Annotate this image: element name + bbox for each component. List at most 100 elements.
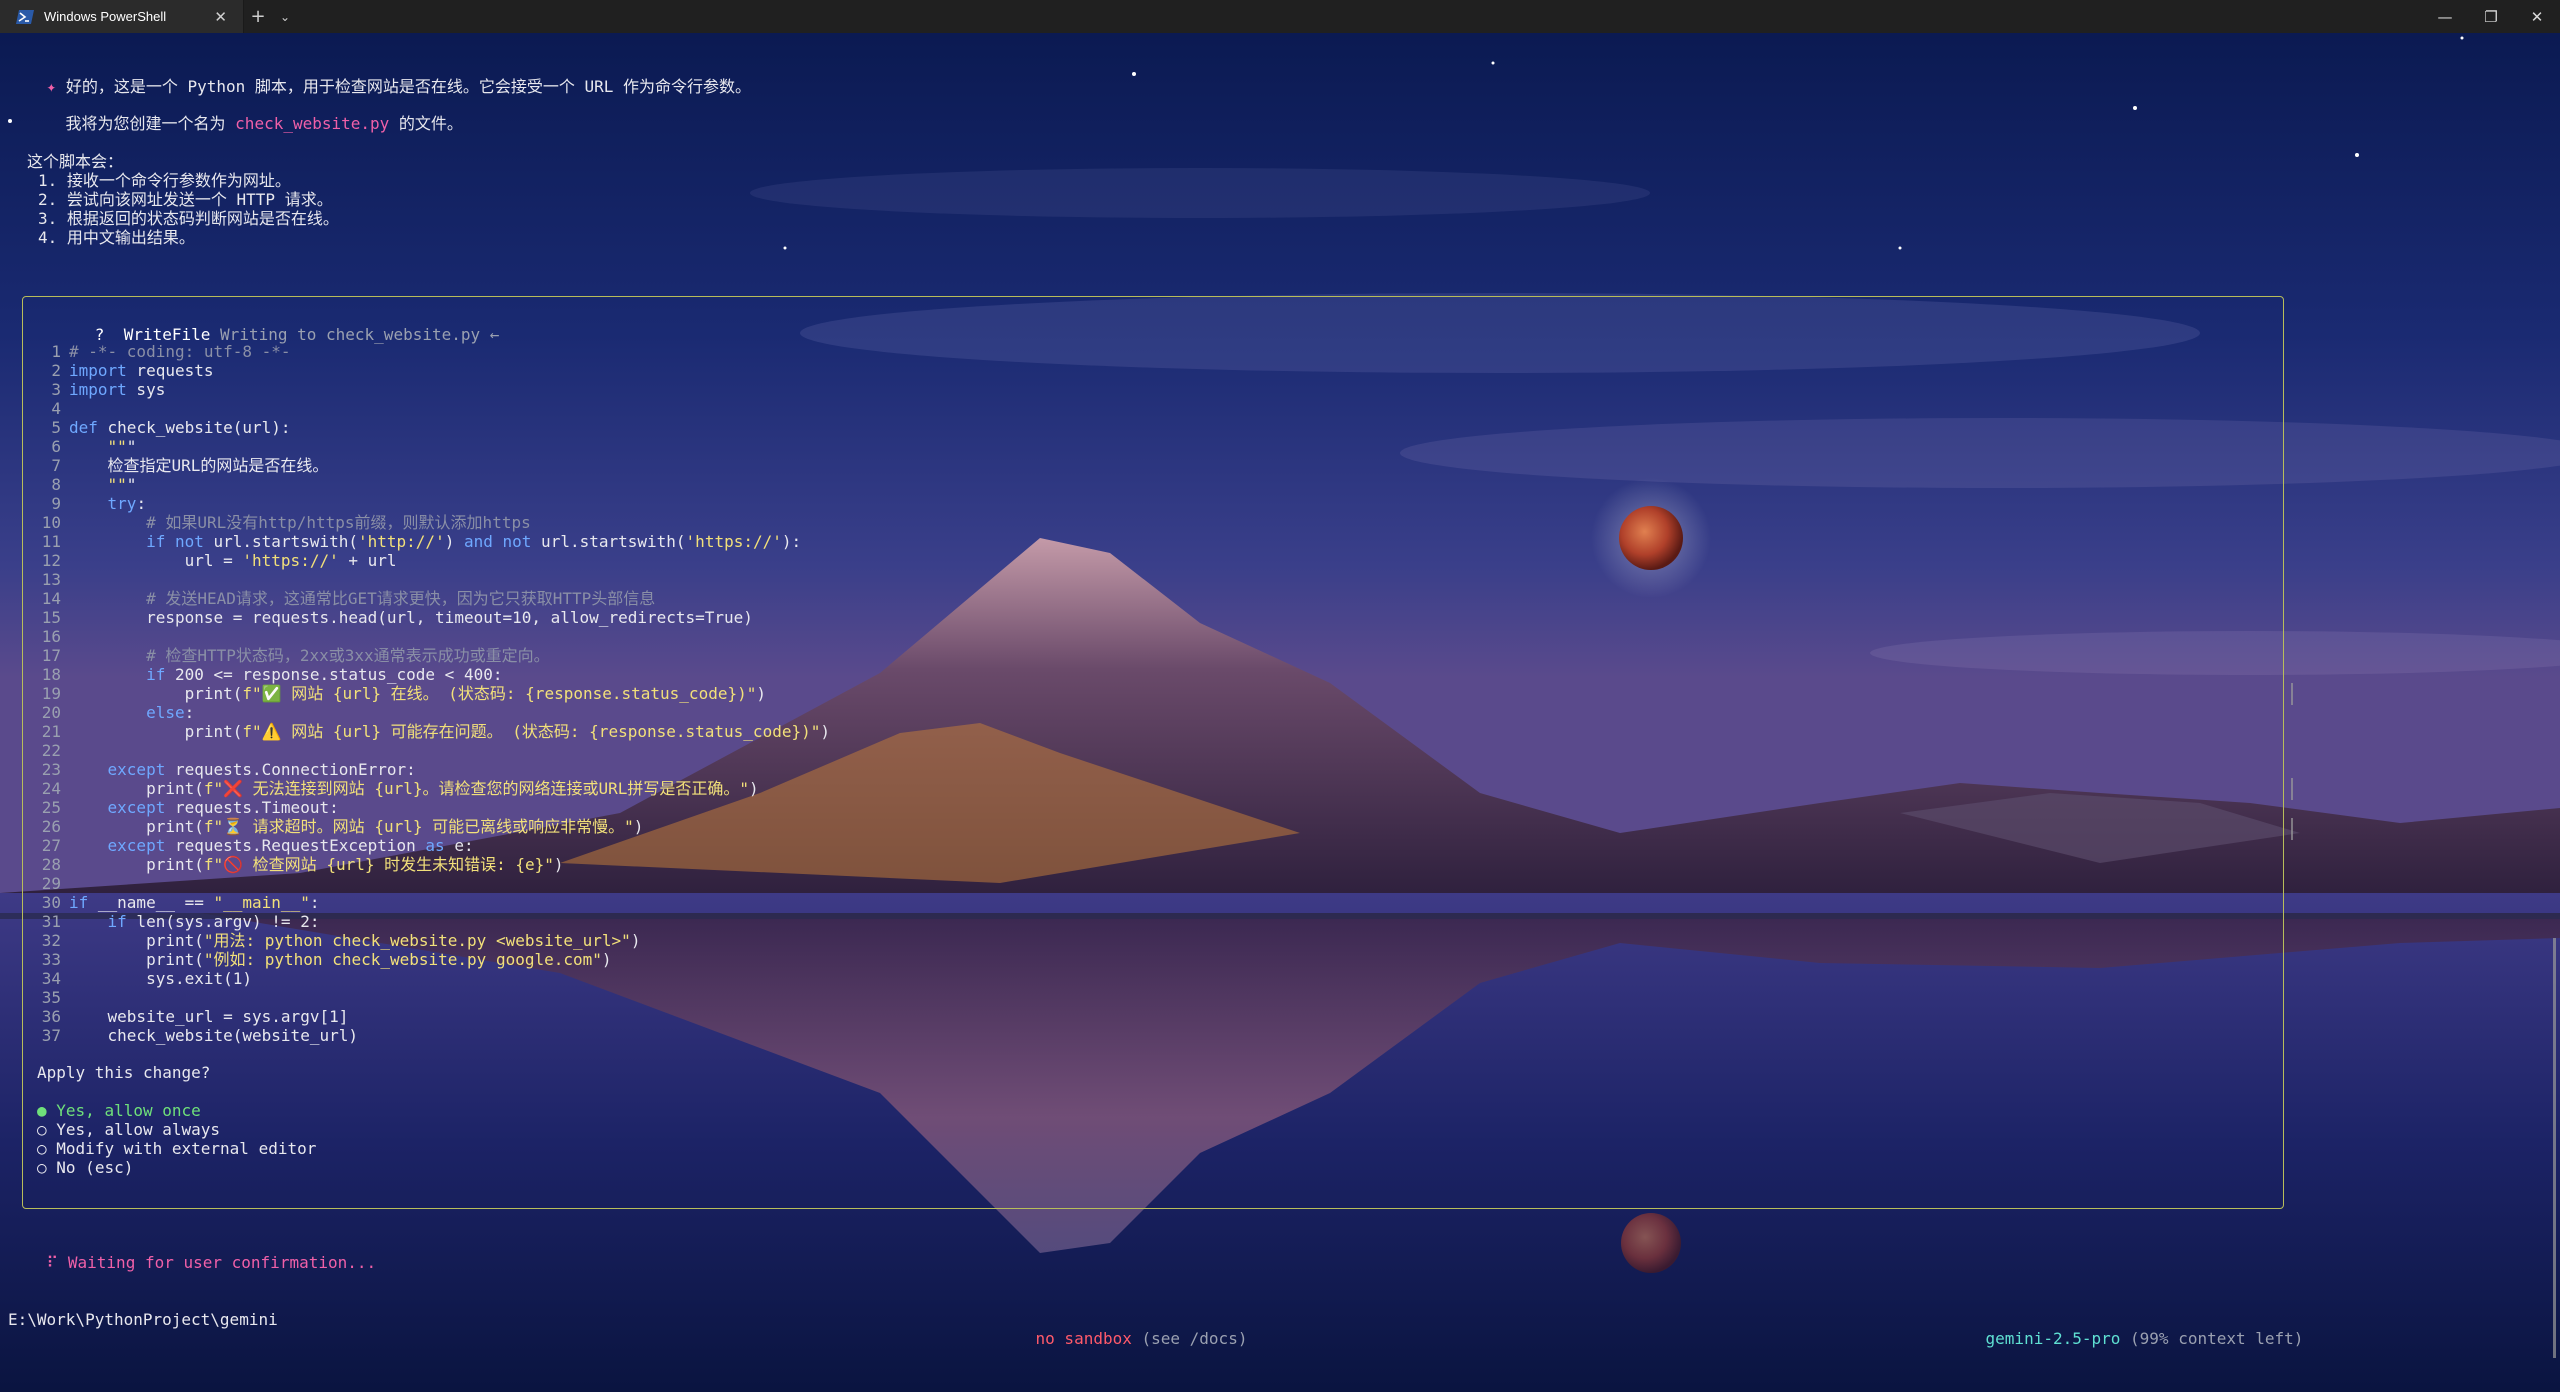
code-line: 24 print(f"❌ 无法连接到网站 {url}。请检查您的网络连接或URL… [23,779,2263,798]
code-text: response = requests.head(url, timeout=10… [69,608,753,627]
line-number: 9 [51,494,61,513]
code-line: 21 print(f"⚠️ 网站 {url} 可能存在问题。 (状态码: {re… [23,722,2263,741]
minimize-button[interactable]: — [2422,0,2468,33]
option-3[interactable]: ○ Modify with external editor [37,1139,316,1158]
code-text: # 检查HTTP状态码，2xx或3xx通常表示成功或重定向。 [69,646,550,665]
line-number: 5 [51,418,61,437]
code-text: url = 'https://' + url [69,551,397,570]
code-line: 19 print(f"✅ 网站 {url} 在线。 (状态码: {respons… [23,684,2263,703]
code-text: print(f"⏳ 请求超时。网站 {url} 可能已离线或响应非常慢。") [69,817,644,836]
close-window-button[interactable]: ✕ [2514,0,2560,33]
dialog-header: ? WriteFile Writing to check_website.py … [37,306,500,344]
new-tab-button[interactable]: + [244,0,272,33]
step-item: 2. 尝试向该网址发送一个 HTTP 请求。 [38,190,333,209]
line-number: 3 [51,380,61,399]
code-text: # -*- coding: utf-8 -*- [69,342,291,361]
code-line: 37 check_website(website_url) [23,1026,2263,1045]
restore-button[interactable]: ❐ [2468,0,2514,33]
line-number: 28 [41,855,61,874]
option-1[interactable]: ● Yes, allow once [37,1101,201,1120]
line-number: 18 [41,665,61,684]
intro-text: 好的，这是一个 Python 脚本，用于检查网站是否在线。它会接受一个 URL … [65,77,752,96]
file-name-highlight: check_website.py [235,114,390,133]
code-line: 20 else: [23,703,2263,722]
intro-line-2: 我将为您创建一个名为 check_website.py 的文件。 [65,114,463,133]
code-text: try: [107,494,147,513]
code-line: 10 # 如果URL没有http/https前缀，则默认添加https [23,513,2263,532]
current-directory: E:\Work\PythonProject\gemini [8,1310,278,1329]
code-line: 30 if __name__ == "__main__": [23,893,2263,912]
code-line: 6 """ [23,437,2263,456]
code-text: import sys [69,380,166,399]
terminal-scrollbar[interactable] [2553,938,2556,1358]
code-line: 27 except requests.RequestException as e… [23,836,2263,855]
line-number: 36 [41,1007,61,1026]
steps-title: 这个脚本会： [27,152,124,171]
code-line: 15 response = requests.head(url, timeout… [23,608,2263,627]
line-number: 29 [41,874,61,893]
radio-empty-icon: ○ [37,1158,47,1177]
sandbox-status: no sandbox (see /docs) [997,1310,1248,1367]
sparkle-icon: ✦ [46,77,57,96]
code-text: """ [107,475,137,494]
line-number: 24 [41,779,61,798]
code-text: if len(sys.argv) != 2: [107,912,320,931]
code-text: sys.exit(1) [69,969,253,988]
code-text: """ [107,437,137,456]
line-number: 37 [41,1026,61,1045]
code-text: # 如果URL没有http/https前缀，则默认添加https [69,513,531,532]
model-name: gemini-2.5-pro [1985,1329,2121,1348]
window-titlebar: Windows PowerShell ✕ + ⌄ — ❐ ✕ [0,0,2560,33]
line-number: 35 [41,988,61,1007]
line-number: 17 [41,646,61,665]
line-number: 12 [41,551,61,570]
radio-selected-icon: ● [37,1101,47,1120]
code-line: 36 website_url = sys.argv[1] [23,1007,2263,1026]
step-item: 4. 用中文输出结果。 [38,228,195,247]
line-number: 16 [41,627,61,646]
powershell-icon [16,9,34,24]
scrollbar-mark [2291,778,2293,800]
option-4[interactable]: ○ No (esc) [37,1158,133,1177]
line-number: 20 [41,703,61,722]
code-line: 26 print(f"⏳ 请求超时。网站 {url} 可能已离线或响应非常慢。"… [23,817,2263,836]
code-text: except requests.Timeout: [107,798,339,817]
code-line: 22 [23,741,2263,760]
step-item: 3. 根据返回的状态码判断网站是否在线。 [38,209,339,228]
line-number: 34 [41,969,61,988]
titlebar-drag-area[interactable] [298,0,2422,33]
line-number: 23 [41,760,61,779]
line-number: 2 [51,361,61,380]
code-line: 3 import sys [23,380,2263,399]
code-line: 5 def check_website(url): [23,418,2263,437]
scrollbar-mark [2291,683,2293,705]
tab-dropdown-icon[interactable]: ⌄ [272,0,298,33]
code-line: 7 检查指定URL的网站是否在线。 [23,456,2263,475]
line-number: 14 [41,589,61,608]
code-line: 1 # -*- coding: utf-8 -*- [23,342,2263,361]
code-text: if 200 <= response.status_code < 400: [146,665,503,684]
tab-title: Windows PowerShell [44,9,167,24]
code-text: print(f"🚫 检查网站 {url} 时发生未知错误: {e}") [69,855,564,874]
write-file-confirmation-dialog: ? WriteFile Writing to check_website.py … [22,296,2284,1209]
line-number: 25 [41,798,61,817]
code-text: print("例如: python check_website.py googl… [69,950,612,969]
option-2[interactable]: ○ Yes, allow always [37,1120,220,1139]
code-line: 35 [23,988,2263,1007]
code-line: 28 print(f"🚫 检查网站 {url} 时发生未知错误: {e}") [23,855,2263,874]
option-label: Yes, allow always [56,1120,221,1139]
line-number: 22 [41,741,61,760]
line-number: 19 [41,684,61,703]
apply-question: Apply this change? [37,1063,211,1082]
terminal-output[interactable]: ✦ 好的，这是一个 Python 脚本，用于检查网站是否在线。它会接受一个 UR… [0,33,2560,1392]
code-line: 9 try: [23,494,2263,513]
line-number: 11 [41,532,61,551]
code-text: print(f"✅ 网站 {url} 在线。 (状态码: {response.s… [69,684,767,703]
code-text: print(f"❌ 无法连接到网站 {url}。请检查您的网络连接或URL拼写是… [69,779,759,798]
code-line: 29 [23,874,2263,893]
tab-close-icon[interactable]: ✕ [210,8,231,26]
tab-windows-powershell[interactable]: Windows PowerShell ✕ [0,0,244,33]
code-line: 18 if 200 <= response.status_code < 400: [23,665,2263,684]
code-line: 8 """ [23,475,2263,494]
code-text: 检查指定URL的网站是否在线。 [69,456,329,475]
